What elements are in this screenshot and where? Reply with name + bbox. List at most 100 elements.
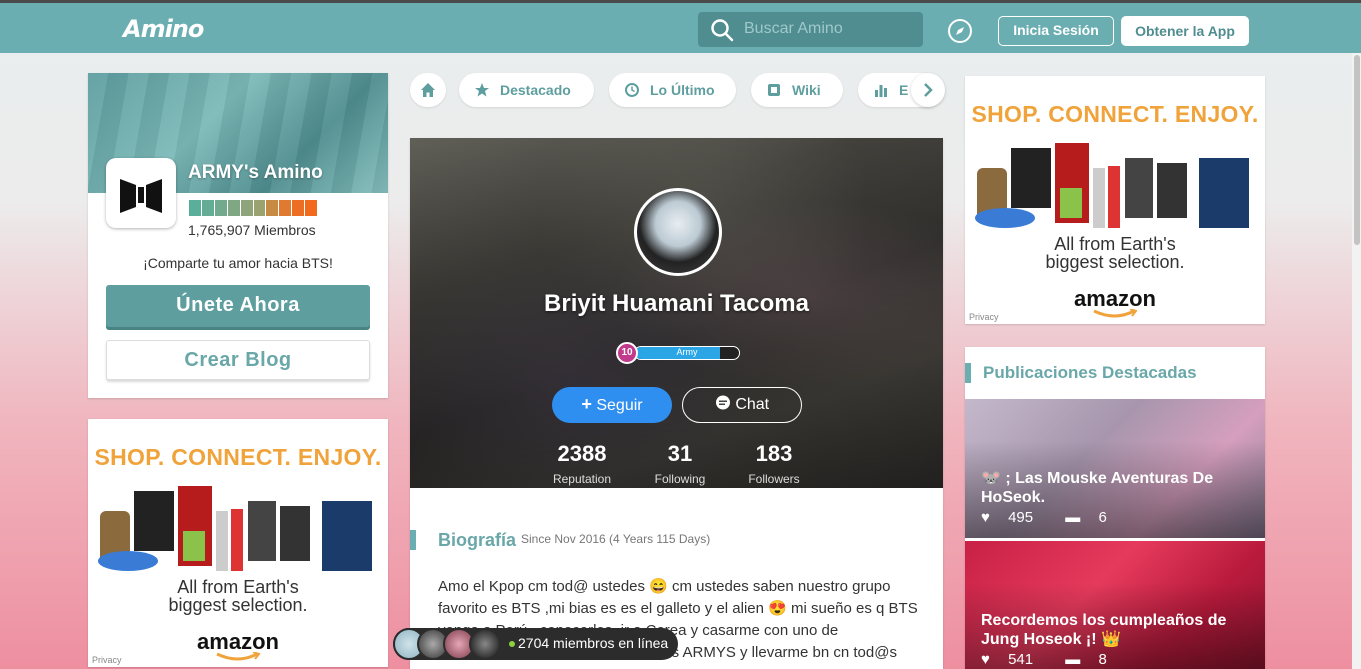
heart-icon: ♥ <box>981 651 990 668</box>
level-segment <box>266 200 279 216</box>
ad-title: SHOP. CONNECT. ENJOY. <box>971 101 1259 127</box>
tab-lo-ultimo[interactable]: Lo Último <box>609 73 736 107</box>
online-dot <box>509 641 515 647</box>
level-segment <box>292 200 305 216</box>
level-segment <box>253 200 266 216</box>
online-count: 2704 <box>518 635 550 651</box>
featured-post[interactable]: 🐭 ; Las Mouske Aventuras De HoSeok. ♥ 49… <box>965 399 1265 538</box>
ad-privacy-link[interactable]: Privacy <box>969 312 999 322</box>
ad-products-image <box>975 143 1249 228</box>
profile-avatar[interactable] <box>634 188 722 276</box>
stat-value: 2388 <box>557 441 607 466</box>
tab-home[interactable] <box>410 73 446 107</box>
avatar <box>469 628 501 660</box>
featured-posts-card: Publicaciones Destacadas 🐭 ; Las Mouske … <box>965 347 1265 669</box>
post-title: Recordemos los cumpleaños de Jung Hoseok… <box>981 612 1227 648</box>
like-count: 541 <box>1008 651 1034 668</box>
likes: ♥ 541 <box>981 651 1047 668</box>
chat-bubble-icon <box>715 395 730 410</box>
login-button[interactable]: Inicia Sesión <box>998 16 1114 46</box>
stat-label: Followers <box>748 472 800 486</box>
post-meta: ♥ 541 ▬ 8 <box>981 651 1135 668</box>
level-segment <box>201 200 214 216</box>
nav-tabs: Destacado Lo Último Wiki E <box>410 73 945 107</box>
search-box[interactable] <box>698 12 923 47</box>
amazon-smile-icon <box>216 652 261 661</box>
featured-title: Publicaciones Destacadas <box>983 363 1197 382</box>
comment-count: 8 <box>1098 651 1107 668</box>
compass-icon[interactable] <box>947 18 973 44</box>
profile-name: Briyit Huamani Tacoma <box>544 290 809 317</box>
level-segment <box>227 200 240 216</box>
get-app-button[interactable]: Obtener la App <box>1121 16 1249 46</box>
tab-destacado[interactable]: Destacado <box>459 73 594 107</box>
section-accent-bar <box>410 530 416 550</box>
stat-value: 31 <box>667 441 693 466</box>
community-name[interactable]: ARMY's Amino <box>188 162 323 184</box>
wiki-icon <box>768 84 780 96</box>
tab-label: Wiki <box>792 82 821 98</box>
level-title: Army <box>676 347 698 357</box>
search-input[interactable] <box>744 17 914 41</box>
bts-logo-icon <box>120 179 162 213</box>
online-text: 2704 miembros en línea <box>518 635 668 651</box>
stat-following[interactable]: 31 Following <box>635 441 725 486</box>
community-icon[interactable] <box>106 158 176 228</box>
likes: ♥ 495 <box>981 509 1047 526</box>
tab-wiki[interactable]: Wiki <box>751 73 843 107</box>
level-segment <box>279 200 292 216</box>
chat-button[interactable]: Chat <box>682 387 802 423</box>
ad-products-image <box>98 486 372 571</box>
community-level-bar <box>189 200 318 216</box>
heart-icon: ♥ <box>981 509 990 526</box>
amino-logo[interactable]: Amino <box>123 15 204 43</box>
community-tagline: ¡Comparte tu amor hacia BTS! <box>143 255 333 271</box>
post-title: 🐭 ; Las Mouske Aventuras De HoSeok. <box>981 470 1214 506</box>
ad-privacy-link[interactable]: Privacy <box>92 655 122 665</box>
like-count: 495 <box>1008 509 1034 526</box>
ad-line2: biggest selection. <box>168 595 308 615</box>
bar-chart-icon <box>875 85 887 97</box>
level-segment <box>305 200 318 216</box>
profile-card: Briyit Huamani Tacoma Army 10 + Seguir C… <box>410 138 943 669</box>
level-segment <box>240 200 253 216</box>
comment-icon: ▬ <box>1065 651 1081 668</box>
amazon-smile-icon <box>1093 309 1138 318</box>
comments: ▬ 8 <box>1065 651 1121 668</box>
star-icon <box>475 83 489 97</box>
comment-icon: ▬ <box>1065 509 1081 526</box>
scrollbar-thumb[interactable] <box>1354 55 1360 245</box>
community-card: ARMY's Amino 1,765,907 Miembros ¡Compart… <box>88 73 388 398</box>
tab-label: Lo Último <box>650 82 715 98</box>
ad-line2: biggest selection. <box>1045 252 1185 272</box>
online-label: miembros en línea <box>553 635 669 651</box>
plus-icon: + <box>581 394 592 414</box>
top-bar: Amino Inicia Sesión Obtener la App <box>0 0 1361 53</box>
comment-count: 6 <box>1098 509 1107 526</box>
ad-title: SHOP. CONNECT. ENJOY. <box>94 444 382 470</box>
join-button[interactable]: Únete Ahora <box>106 285 370 327</box>
post-meta: ♥ 495 ▬ 6 <box>981 509 1135 526</box>
stat-followers[interactable]: 183 Followers <box>729 441 819 486</box>
level-segment <box>189 200 201 216</box>
featured-post[interactable]: Recordemos los cumpleaños de Jung Hoseok… <box>965 541 1265 669</box>
level-indicator: Army 10 <box>616 342 740 364</box>
level-badge: 10 <box>616 342 638 364</box>
stat-label: Following <box>654 472 706 486</box>
clock-icon <box>625 83 639 97</box>
bio-since: Since Nov 2016 (4 Years 115 Days) <box>521 532 711 546</box>
nav-next-button[interactable] <box>911 73 945 107</box>
follow-label: Seguir <box>596 397 643 414</box>
online-members-bar[interactable]: 2704 miembros en línea <box>393 628 678 660</box>
follow-button[interactable]: + Seguir <box>552 387 672 423</box>
level-segment <box>214 200 227 216</box>
tab-label: E <box>899 82 909 98</box>
stat-value: 183 <box>755 441 793 466</box>
create-blog-button[interactable]: Crear Blog <box>106 340 370 380</box>
member-count: 1,765,907 Miembros <box>188 222 316 238</box>
amazon-ad-left[interactable]: SHOP. CONNECT. ENJOY. All from Earth's b… <box>88 419 388 667</box>
tab-label: Destacado <box>500 82 571 98</box>
amazon-ad-right[interactable]: SHOP. CONNECT. ENJOY. All from Earth's b… <box>965 76 1265 324</box>
post-image <box>965 541 1265 669</box>
stat-reputation: 2388 Reputation <box>537 441 627 486</box>
